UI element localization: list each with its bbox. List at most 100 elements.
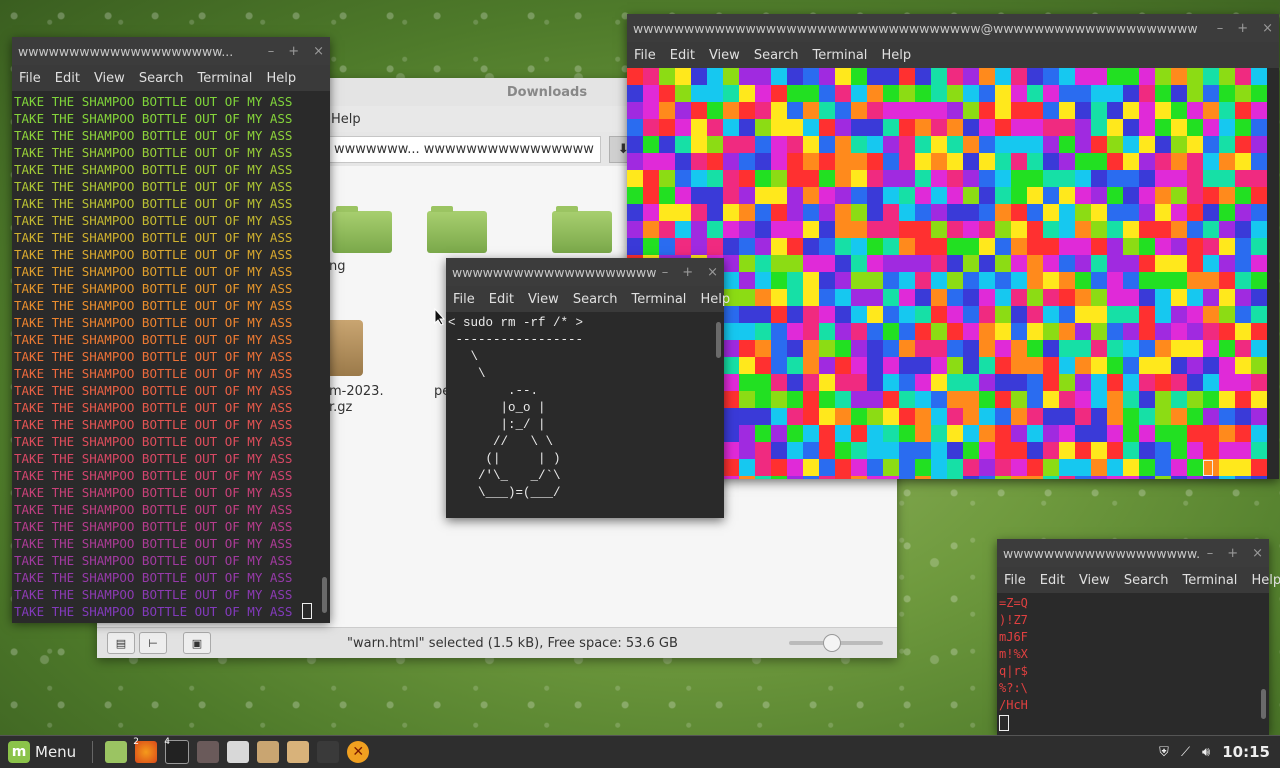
menu-view[interactable]: View: [87, 71, 132, 86]
zoom-slider[interactable]: [789, 634, 883, 652]
minimize-icon[interactable]: –: [1207, 546, 1214, 561]
noise-cell: [899, 187, 915, 204]
files-launcher-icon[interactable]: [105, 741, 128, 763]
menu-button[interactable]: m Menu: [0, 741, 84, 763]
clock[interactable]: 10:15: [1222, 743, 1270, 761]
close-icon[interactable]: ×: [707, 265, 718, 280]
color-noise-output[interactable]: [627, 68, 1279, 479]
maximize-icon[interactable]: +: [1237, 21, 1248, 36]
path-crumb[interactable]: wwwwwww... wwwwwwwwwwwwwwww: [327, 135, 601, 163]
noise-cell: [787, 408, 803, 425]
menu-help[interactable]: Help: [1244, 573, 1280, 588]
terminal-big-window[interactable]: wwwwwwwwwwwwwwwwwwwwwwwwwwwwwwwwww@wwwww…: [627, 14, 1279, 479]
maximize-icon[interactable]: +: [682, 265, 693, 280]
close-icon[interactable]: ×: [1262, 21, 1273, 36]
minimize-icon[interactable]: –: [1217, 21, 1224, 36]
minimize-icon[interactable]: –: [268, 44, 275, 59]
noise-cell: [1171, 170, 1187, 187]
noise-cell: [1187, 187, 1203, 204]
archive-window-icon[interactable]: [287, 741, 310, 763]
menu-view[interactable]: View: [521, 292, 566, 307]
maximize-icon[interactable]: +: [1227, 546, 1238, 561]
noise-cell: [755, 68, 771, 85]
noise-cell: [1027, 68, 1043, 85]
folder-label: ng: [329, 259, 346, 274]
scrollbar[interactable]: [1261, 689, 1266, 719]
warning-app-icon[interactable]: ✕: [347, 741, 370, 763]
terminal-output[interactable]: _________________ < sudo rm -rf /* > ---…: [446, 312, 724, 518]
folder-icon[interactable]: [427, 206, 487, 253]
menu-view[interactable]: View: [1072, 573, 1117, 588]
menu-edit[interactable]: Edit: [663, 48, 702, 63]
noise-cell: [755, 255, 771, 272]
noise-cell: [1171, 374, 1187, 391]
noise-cell: [627, 85, 643, 102]
menu-file[interactable]: File: [627, 48, 663, 63]
archive-launcher-icon[interactable]: [257, 741, 280, 763]
terminal-output[interactable]: TAKE THE SHAMPOO BOTTLE OUT OF MY ASS TAK…: [12, 91, 330, 623]
menu-edit[interactable]: Edit: [48, 71, 87, 86]
noise-cell: [1187, 170, 1203, 187]
menu-search[interactable]: Search: [747, 48, 806, 63]
menu-edit[interactable]: Edit: [482, 292, 521, 307]
menu-search[interactable]: Search: [566, 292, 625, 307]
close-icon[interactable]: ×: [313, 44, 324, 59]
noise-cell: [963, 272, 979, 289]
terminal-line: TAKE THE SHAMPOO BOTTLE OUT OF MY ASS: [14, 230, 293, 245]
menu-terminal[interactable]: Terminal: [805, 48, 874, 63]
terminal-cowsay-window[interactable]: wwwwwwwwwwwwwwwwwwwww... – + × File Edit V…: [446, 258, 730, 518]
menu-search[interactable]: Search: [132, 71, 191, 86]
shield-icon[interactable]: ⛨: [1159, 745, 1169, 760]
scrollbar[interactable]: [322, 577, 327, 613]
terminal-output[interactable]: =Z=Q)!Z7 mJ6F m!%X q|r$ %?:\ /HcH: [997, 593, 1269, 735]
noise-cell: [1059, 306, 1075, 323]
noise-cell: [1155, 136, 1171, 153]
folder-icon[interactable]: [552, 206, 612, 253]
places-toggle-button[interactable]: ▤: [107, 632, 135, 654]
menu-terminal[interactable]: Terminal: [624, 292, 693, 307]
tree-toggle-button[interactable]: ⊢: [139, 632, 167, 654]
maximize-icon[interactable]: +: [288, 44, 299, 59]
menu-file[interactable]: File: [446, 292, 482, 307]
window-list-item[interactable]: [317, 741, 340, 763]
minimize-icon[interactable]: –: [662, 265, 669, 280]
noise-cell: [915, 408, 931, 425]
noise-cell: [867, 170, 883, 187]
noise-cell: [979, 374, 995, 391]
menu-terminal[interactable]: Terminal: [1175, 573, 1244, 588]
terminal-line: TAKE THE SHAMPOO BOTTLE OUT OF MY ASS: [14, 519, 293, 534]
close-icon[interactable]: ×: [1252, 546, 1263, 561]
terminal-toggle-button[interactable]: ▣: [183, 632, 211, 654]
settings-launcher-icon[interactable]: [227, 741, 250, 763]
menu-terminal[interactable]: Terminal: [190, 71, 259, 86]
menu-view[interactable]: View: [702, 48, 747, 63]
menu-file[interactable]: File: [997, 573, 1033, 588]
folder-icon[interactable]: [332, 206, 392, 253]
menu-help[interactable]: Help: [259, 71, 303, 86]
zoom-knob[interactable]: [823, 634, 842, 652]
volume-icon[interactable]: 🔊︎: [1202, 745, 1210, 760]
terminal-left-window[interactable]: wwwwwwwwwwwwwwwwwwww... – + × File Edit Vi…: [12, 37, 330, 623]
scrollbar[interactable]: [716, 322, 721, 358]
menu-help[interactable]: Help: [693, 292, 737, 307]
noise-cell: [883, 68, 899, 85]
noise-cell: [755, 459, 771, 476]
noise-cell: [1155, 425, 1171, 442]
app-launcher-icon[interactable]: [197, 741, 220, 763]
noise-cell: [995, 68, 1011, 85]
menu-search[interactable]: Search: [1117, 573, 1176, 588]
menu-edit[interactable]: Edit: [1033, 573, 1072, 588]
noise-cell: [835, 374, 851, 391]
network-icon[interactable]: ⟋: [1181, 745, 1190, 760]
firefox-launcher-icon[interactable]: 2: [133, 737, 158, 763]
noise-cell: [755, 102, 771, 119]
fm-menu-help[interactable]: Help: [331, 112, 361, 127]
noise-cell: [1107, 272, 1123, 289]
terminal-small-window[interactable]: wwwwwwwwwwwwwwwwwww... – + × File Edit Vie…: [997, 539, 1280, 735]
terminal-line: /HcH: [999, 698, 1028, 712]
menu-help[interactable]: Help: [874, 48, 918, 63]
noise-cell: [755, 340, 771, 357]
noise-cell: [915, 255, 931, 272]
terminal-launcher-icon[interactable]: 4: [164, 737, 190, 764]
menu-file[interactable]: File: [12, 71, 48, 86]
